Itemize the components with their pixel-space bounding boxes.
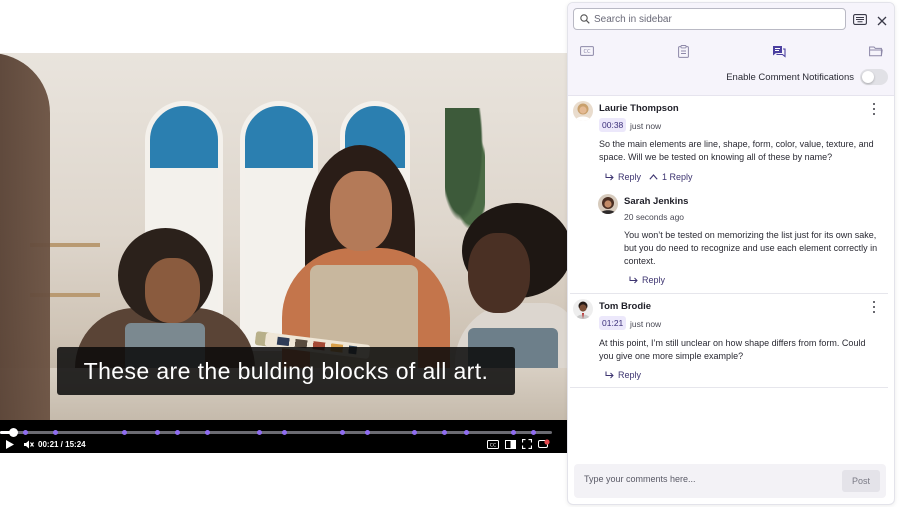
post-button[interactable]: Post <box>842 470 880 492</box>
comment-marker[interactable] <box>442 430 448 435</box>
reply-arrow-icon <box>605 371 614 379</box>
progress-knob[interactable] <box>8 428 18 437</box>
video-player[interactable]: These are the bulding blocks of all art.… <box>0 53 568 453</box>
play-icon <box>6 439 14 449</box>
comment-text: You won’t be tested on memorizing the li… <box>624 230 878 266</box>
theater-icon <box>505 439 516 449</box>
reply-button[interactable]: Reply <box>605 370 641 380</box>
avatar <box>573 101 593 121</box>
timestamp-link[interactable]: 00:38 <box>599 118 627 132</box>
reply-button[interactable]: Reply <box>605 172 641 182</box>
comment-marker[interactable] <box>530 430 536 435</box>
player-controls: 00:21 / 15:24 CC <box>0 420 568 453</box>
reply-label: Reply <box>642 275 666 285</box>
comment-marker[interactable] <box>53 430 59 435</box>
play-button[interactable] <box>6 437 14 451</box>
comment-author: Sarah Jenkins <box>624 196 689 207</box>
search-input[interactable] <box>594 13 824 25</box>
comment-time: 20 seconds ago <box>624 212 685 222</box>
timestamp-link[interactable]: 01:21 <box>599 316 627 330</box>
progress-bar[interactable] <box>0 428 552 437</box>
search-box[interactable] <box>573 8 846 30</box>
comment-time: just now <box>630 121 662 131</box>
keyboard-icon <box>853 14 867 25</box>
fullscreen-icon <box>522 439 532 449</box>
svg-text:CC: CC <box>490 442 496 448</box>
tab-files[interactable] <box>868 43 884 59</box>
comment-text: At this point, I’m still unclear on how … <box>599 338 866 361</box>
tab-captions[interactable]: CC <box>579 43 595 59</box>
comments-overlay-button[interactable] <box>538 437 550 451</box>
cc-icon: CC <box>487 439 499 449</box>
comment-marker[interactable] <box>155 430 161 435</box>
sidebar-panel: CC Enable Comment Notifications L <box>567 2 895 505</box>
collapse-replies-button[interactable]: 1 Reply <box>649 172 693 182</box>
reply-label: Reply <box>618 370 642 380</box>
search-icon <box>580 14 590 24</box>
comment-marker[interactable] <box>412 430 417 435</box>
replies-count: 1 Reply <box>662 172 693 182</box>
subtitle-caption: These are the bulding blocks of all art. <box>57 347 515 395</box>
comment-marker[interactable] <box>282 430 288 435</box>
comment-toggle-icon <box>538 438 550 448</box>
divider <box>570 387 888 388</box>
comment-marker[interactable] <box>340 430 346 435</box>
more-options-icon[interactable] <box>869 103 879 115</box>
volume-icon <box>24 440 34 448</box>
close-icon <box>877 16 887 26</box>
tab-notes[interactable] <box>675 43 691 59</box>
time-display: 00:21 / 15:24 <box>38 439 86 449</box>
person-left-face <box>145 258 200 323</box>
close-sidebar-button[interactable] <box>877 13 887 31</box>
comment-author: Tom Brodie <box>599 301 652 312</box>
comment-marker[interactable] <box>464 430 470 435</box>
comment-marker[interactable] <box>365 430 371 435</box>
cc-icon: CC <box>580 46 594 56</box>
notification-label: Enable Comment Notifications <box>726 71 854 83</box>
keyboard-button[interactable] <box>853 12 867 30</box>
comment-marker[interactable] <box>205 430 210 435</box>
tab-comments[interactable] <box>771 43 787 59</box>
comment-marker[interactable] <box>22 430 28 435</box>
svg-text:CC: CC <box>584 49 591 55</box>
theater-mode-button[interactable] <box>505 437 516 451</box>
comment-marker[interactable] <box>257 430 263 435</box>
notification-setting: Enable Comment Notifications <box>726 69 888 85</box>
comment-time: just now <box>630 319 662 329</box>
foreground-person <box>0 53 50 453</box>
more-options-icon[interactable] <box>869 301 879 313</box>
folder-icon <box>869 46 883 56</box>
reply-label: Reply <box>618 172 642 182</box>
notification-toggle[interactable] <box>860 69 888 85</box>
reply-button[interactable]: Reply <box>629 275 665 285</box>
reply-arrow-icon <box>629 276 638 284</box>
comment-marker[interactable] <box>511 430 517 435</box>
fullscreen-button[interactable] <box>522 437 532 451</box>
captions-button[interactable]: CC <box>487 437 499 451</box>
comments-icon <box>773 45 786 58</box>
comment-author: Laurie Thompson <box>599 103 679 114</box>
notes-icon <box>677 44 689 58</box>
comment-marker[interactable] <box>122 430 128 435</box>
reply-arrow-icon <box>605 173 614 181</box>
avatar <box>598 194 618 214</box>
sidebar-header: CC Enable Comment Notifications <box>568 3 894 96</box>
comment-input[interactable] <box>584 474 824 484</box>
toggle-knob <box>862 71 874 83</box>
volume-button[interactable] <box>24 437 34 451</box>
comment-marker[interactable] <box>174 430 180 435</box>
chevron-up-icon <box>649 174 658 180</box>
sidebar-tabs: CC <box>568 43 894 59</box>
background-plant <box>445 108 485 228</box>
comment-composer: Post <box>574 464 886 498</box>
divider <box>570 293 888 294</box>
comment-text: So the main elements are line, shape, fo… <box>599 139 874 162</box>
person-instructor-face <box>330 171 392 251</box>
avatar <box>573 299 593 319</box>
person-right-face <box>468 233 530 313</box>
